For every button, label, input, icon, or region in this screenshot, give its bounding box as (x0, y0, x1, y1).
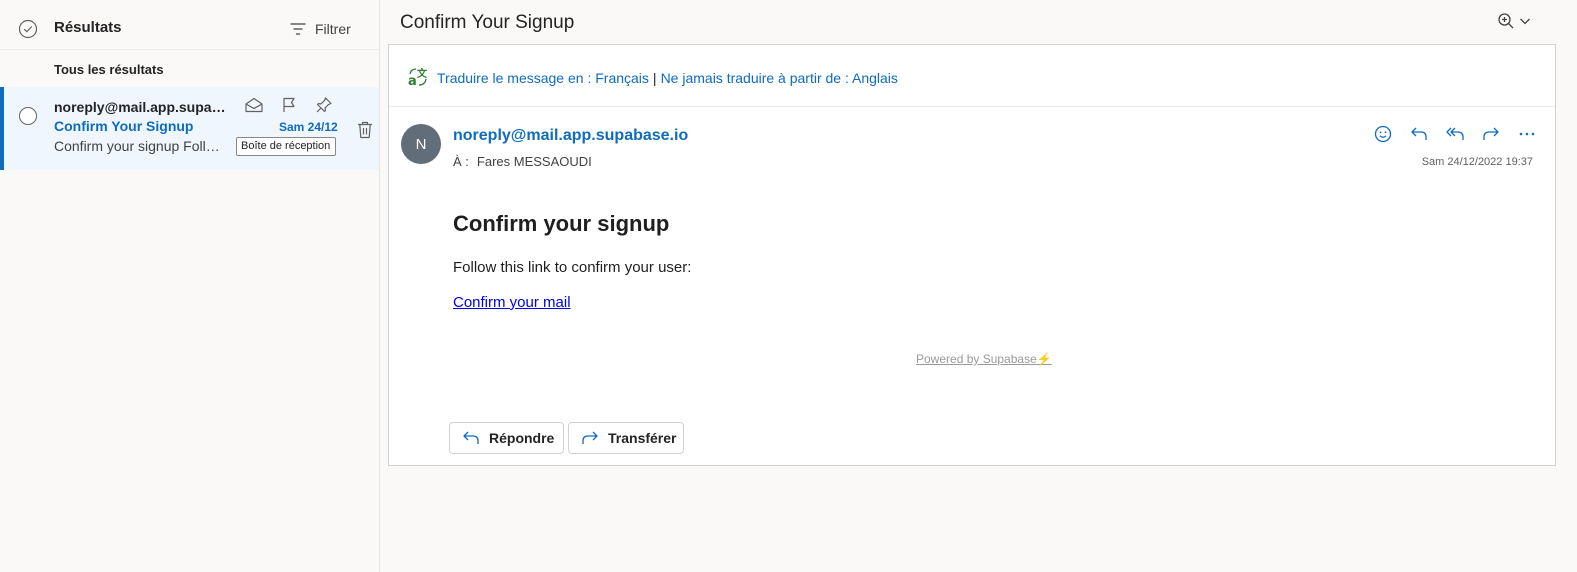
results-header: Résultats Filtrer (0, 0, 379, 50)
recipient-line: À : Fares MESSAOUDI (453, 154, 592, 169)
translate-icon: a 文 (407, 66, 429, 88)
message-select-radio[interactable] (19, 107, 37, 125)
to-label: À : (453, 154, 469, 169)
reading-pane-title: Confirm Your Signup (400, 12, 575, 33)
message-list-item[interactable]: noreply@mail.app.supabase.io Confirm You… (0, 87, 379, 170)
folder-badge: Boîte de réception (236, 137, 336, 156)
filter-label: Filtrer (315, 21, 351, 37)
forward-icon[interactable] (1480, 123, 1502, 145)
never-translate-link[interactable]: Ne jamais traduire à partir de : Anglais (661, 70, 898, 86)
message-preview: Confirm your signup Follow this link to … (54, 138, 224, 154)
zoom-button[interactable] (1497, 12, 1531, 30)
delete-icon[interactable] (356, 120, 374, 140)
more-icon[interactable] (1516, 123, 1538, 145)
powered-by-text: Powered by Supabase (916, 352, 1037, 366)
filter-button[interactable]: Filtrer (290, 21, 351, 37)
recipient-name[interactable]: Fares MESSAOUDI (477, 154, 592, 169)
reply-button[interactable]: Répondre (449, 422, 564, 454)
sender-email[interactable]: noreply@mail.app.supabase.io (453, 127, 688, 145)
translate-separator: | (652, 70, 657, 86)
message-date: Sam 24/12 (279, 120, 338, 134)
section-label: Tous les résultats (54, 62, 164, 77)
zoom-icon (1497, 12, 1515, 30)
flag-icon[interactable] (280, 96, 298, 114)
avatar-initial: N (415, 135, 427, 153)
svg-text:文: 文 (417, 67, 428, 80)
reading-pane: a 文 Traduire le message en : Français | Ne… (388, 44, 1556, 466)
emoji-icon[interactable] (1372, 123, 1394, 145)
filter-icon (290, 22, 306, 36)
chevron-down-icon (1519, 15, 1531, 27)
translate-bar: a 文 Traduire le message en : Français | Ne… (389, 45, 1555, 107)
reply-icon (462, 430, 480, 446)
pin-icon[interactable] (315, 96, 333, 114)
reply-label: Répondre (489, 430, 555, 446)
mark-read-icon[interactable] (244, 96, 264, 114)
avatar[interactable]: N (401, 124, 441, 164)
translate-links: Traduire le message en : Français | Ne jam… (437, 70, 898, 86)
translate-to-french-link[interactable]: Traduire le message en : Français (437, 70, 649, 86)
svg-text:a: a (408, 74, 417, 88)
email-body-heading: Confirm your signup (453, 211, 670, 236)
message-sender: noreply@mail.app.supabase.io (54, 99, 234, 115)
results-title: Résultats (54, 19, 122, 36)
reply-all-icon[interactable] (1444, 123, 1466, 145)
confirm-mail-link[interactable]: Confirm your mail (453, 294, 571, 311)
bolt-icon: ⚡ (1036, 352, 1052, 366)
email-body-text: Follow this link to confirm your user: (453, 259, 692, 276)
results-pane: Résultats Filtrer Tous les résultats nor… (0, 0, 380, 572)
message-actions (1372, 123, 1538, 145)
powered-by-link[interactable]: Powered by Supabase⚡ (916, 352, 1052, 366)
forward-label: Transférer (608, 430, 677, 446)
message-datetime: Sam 24/12/2022 19:37 (1421, 156, 1533, 168)
forward-button[interactable]: Transférer (568, 422, 684, 454)
forward-icon (581, 430, 599, 446)
select-all-icon[interactable] (18, 19, 38, 39)
message-subject: Confirm Your Signup (54, 118, 194, 134)
reply-icon[interactable] (1408, 123, 1430, 145)
